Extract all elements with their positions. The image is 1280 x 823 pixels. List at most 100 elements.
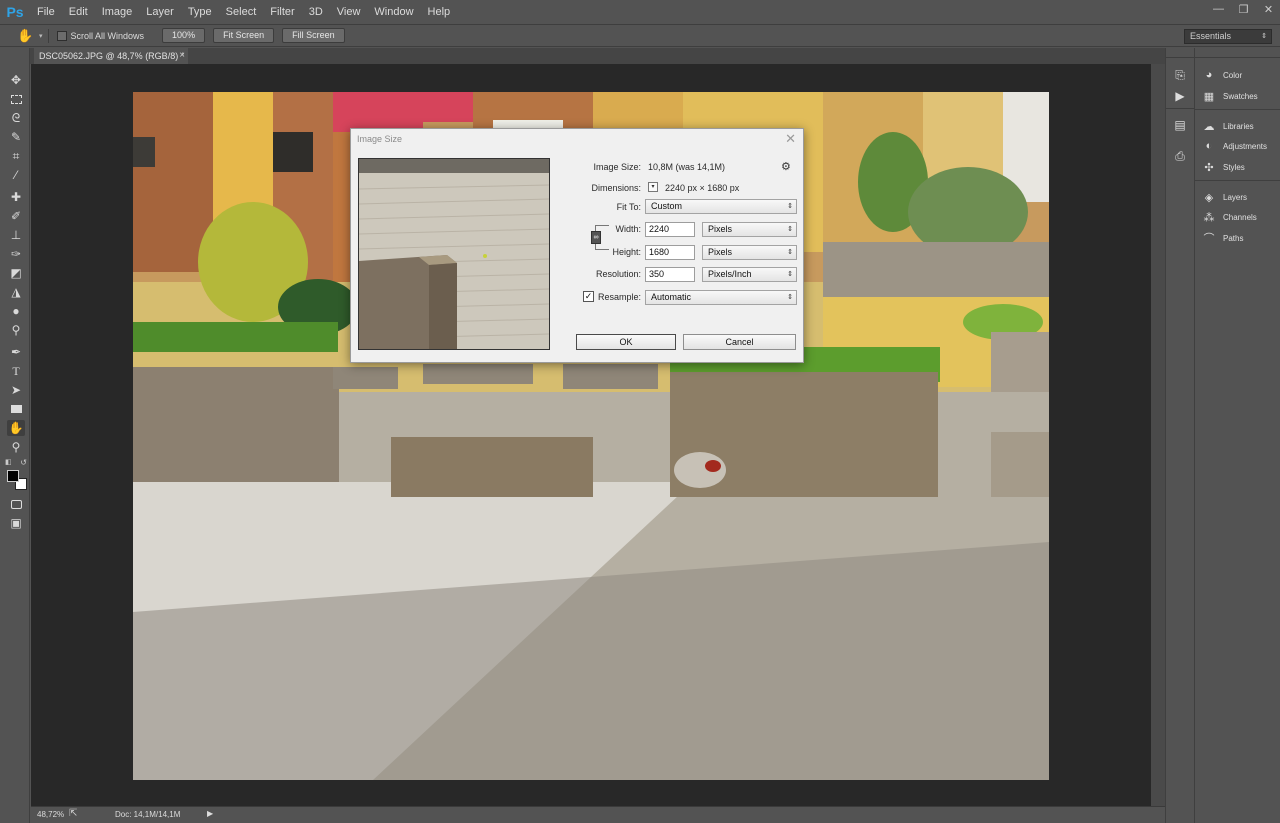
height-input[interactable]: 1680 (645, 245, 695, 260)
workspace-select[interactable]: Essentials ⇕ (1184, 29, 1272, 44)
ok-button[interactable]: OK (576, 334, 676, 350)
resample-value: Automatic (651, 292, 692, 302)
width-unit-select[interactable]: Pixels ⇕ (702, 222, 797, 237)
zoom-tool-icon[interactable]: ⚲ (7, 439, 25, 455)
layers-icon: ◈ (1204, 191, 1214, 204)
document-tab[interactable]: DSC05062.JPG @ 48,7% (RGB/8) * × (34, 48, 188, 64)
window-controls: — ❐ ✕ (1205, 0, 1280, 24)
doc-size-info: Doc: 14,1M/14,1M (115, 810, 181, 819)
fit-to-select[interactable]: Custom ⇕ (645, 199, 797, 214)
zoom-level[interactable]: 48,72% (37, 810, 64, 819)
dimensions-value: 2240 px × 1680 px (665, 183, 740, 193)
crop-tool-icon[interactable]: ⌗ (7, 148, 25, 164)
panel-channels-label: Channels (1223, 212, 1257, 222)
menu-file[interactable]: File (30, 0, 62, 24)
dialog-preview[interactable] (358, 158, 550, 350)
menu-help[interactable]: Help (421, 0, 458, 24)
panel-paths[interactable]: ⌒ Paths (1202, 231, 1244, 245)
updown-arrows-icon: ⇕ (1261, 33, 1267, 40)
healing-brush-tool-icon[interactable]: ✚ (7, 189, 25, 205)
image-size-dialog: Image Size ✕ Image Size: 10,8M (was 14,1… (350, 128, 804, 363)
panel-layers[interactable]: ◈ Layers (1202, 190, 1247, 204)
dialog-title: Image Size (357, 134, 403, 144)
blur-tool-icon[interactable]: ● (7, 303, 25, 319)
resolution-unit-value: Pixels/Inch (708, 269, 752, 279)
resolution-unit-select[interactable]: Pixels/Inch ⇕ (702, 267, 797, 282)
scroll-all-windows-checkbox[interactable] (56, 30, 67, 41)
lasso-tool-icon[interactable]: ᘓ (7, 110, 25, 126)
chevron-down-icon[interactable]: ▾ (39, 32, 43, 40)
menu-edit[interactable]: Edit (62, 0, 95, 24)
eyedropper-tool-icon[interactable]: ⁄ (7, 167, 25, 183)
export-icon[interactable]: ⇱ (69, 808, 77, 819)
close-window-button[interactable]: ✕ (1257, 0, 1280, 18)
menu-view[interactable]: View (330, 0, 368, 24)
fill-screen-button[interactable]: Fill Screen (282, 28, 345, 43)
menu-filter[interactable]: Filter (263, 0, 301, 24)
fit-screen-button[interactable]: Fit Screen (213, 28, 275, 43)
panel-swatches[interactable]: ▦ Swatches (1202, 89, 1258, 103)
status-menu-arrow-icon[interactable]: ▶ (207, 809, 213, 818)
dimensions-dropdown-icon[interactable]: ▾ (648, 182, 658, 192)
foreground-color-swatch[interactable] (7, 470, 19, 482)
swap-colors-icon[interactable]: ↺ (20, 458, 27, 467)
menu-type[interactable]: Type (181, 0, 219, 24)
close-tab-icon[interactable]: × (179, 48, 185, 64)
panel-channels[interactable]: ⁂ Channels (1202, 210, 1257, 224)
panel-color[interactable]: ◕ Color (1202, 68, 1242, 82)
swatches-grid-icon: ▦ (1203, 90, 1215, 103)
rectangle-tool-icon[interactable] (7, 401, 25, 417)
history-panel-icon[interactable]: ⎘ (1173, 68, 1187, 82)
resample-select[interactable]: Automatic ⇕ (645, 290, 797, 305)
marquee-tool-icon[interactable] (7, 91, 25, 107)
type-tool-icon[interactable]: T (7, 363, 25, 379)
restore-button[interactable]: ❐ (1232, 0, 1255, 18)
menu-image[interactable]: Image (95, 0, 140, 24)
quick-mask-icon[interactable] (7, 496, 25, 512)
resolution-input[interactable]: 350 (645, 267, 695, 282)
gear-icon[interactable]: ⚙ (781, 160, 791, 173)
panel-libraries[interactable]: ☁ Libraries (1202, 119, 1254, 133)
dialog-close-icon[interactable]: ✕ (785, 131, 796, 147)
default-colors-icon[interactable]: ◧ (5, 458, 12, 466)
brush-tool-icon[interactable]: ✐ (7, 208, 25, 224)
properties-panel-icon[interactable]: ▤ (1173, 118, 1187, 132)
move-tool-icon[interactable]: ✥ (7, 72, 25, 88)
options-bar: ✋ ▾ Scroll All Windows 100% Fit Screen F… (0, 24, 1280, 47)
cancel-button[interactable]: Cancel (683, 334, 796, 350)
character-panel-icon[interactable]: ⎙ (1173, 149, 1187, 163)
hand-tool-preset-icon[interactable]: ✋ (17, 28, 37, 44)
menu-select[interactable]: Select (219, 0, 264, 24)
panel-adjustments[interactable]: ◐ Adjustments (1202, 139, 1267, 153)
menu-bar: Ps File Edit Image Layer Type Select Fil… (0, 0, 1280, 24)
color-palette-icon: ◕ (1205, 69, 1213, 81)
menu-layer[interactable]: Layer (139, 0, 181, 24)
width-input[interactable]: 2240 (645, 222, 695, 237)
tools-panel: ✥ ᘓ ✎ ⌗ ⁄ ✚ ✐ ⊥ ✑ ◩ ◮ ● ⚲ ✒ T ➤ ✋ ⚲ ◧ ↺ … (0, 48, 30, 823)
hand-tool-icon[interactable]: ✋ (7, 420, 25, 436)
zoom-100-button[interactable]: 100% (162, 28, 206, 43)
actions-panel-icon[interactable]: ▶ (1173, 89, 1187, 103)
color-swatches: ◧ ↺ (5, 458, 27, 490)
history-brush-tool-icon[interactable]: ✑ (7, 246, 25, 262)
scroll-all-windows-label: Scroll All Windows (70, 30, 145, 41)
pen-tool-icon[interactable]: ✒ (7, 344, 25, 360)
menu-window[interactable]: Window (367, 0, 420, 24)
quick-selection-tool-icon[interactable]: ✎ (7, 129, 25, 145)
resample-checkbox[interactable]: ✓ (583, 291, 594, 302)
channels-icon: ⁂ (1203, 211, 1215, 224)
eraser-tool-icon[interactable]: ◩ (7, 265, 25, 281)
workspace-value: Essentials (1190, 31, 1232, 41)
panel-styles[interactable]: ✣ Styles (1202, 160, 1244, 174)
panel-color-label: Color (1223, 70, 1243, 80)
styles-icon: ✣ (1204, 161, 1214, 174)
paint-bucket-tool-icon[interactable]: ◮ (7, 284, 25, 300)
menu-3d[interactable]: 3D (302, 0, 330, 24)
dodge-tool-icon[interactable]: ⚲ (7, 322, 25, 338)
screen-mode-icon[interactable]: ▣ (7, 515, 25, 531)
height-unit-select[interactable]: Pixels ⇕ (702, 245, 797, 260)
path-selection-tool-icon[interactable]: ➤ (7, 382, 25, 398)
canvas-vertical-scrollbar[interactable] (1151, 64, 1165, 806)
clone-stamp-tool-icon[interactable]: ⊥ (7, 227, 25, 243)
minimize-button[interactable]: — (1207, 0, 1230, 18)
